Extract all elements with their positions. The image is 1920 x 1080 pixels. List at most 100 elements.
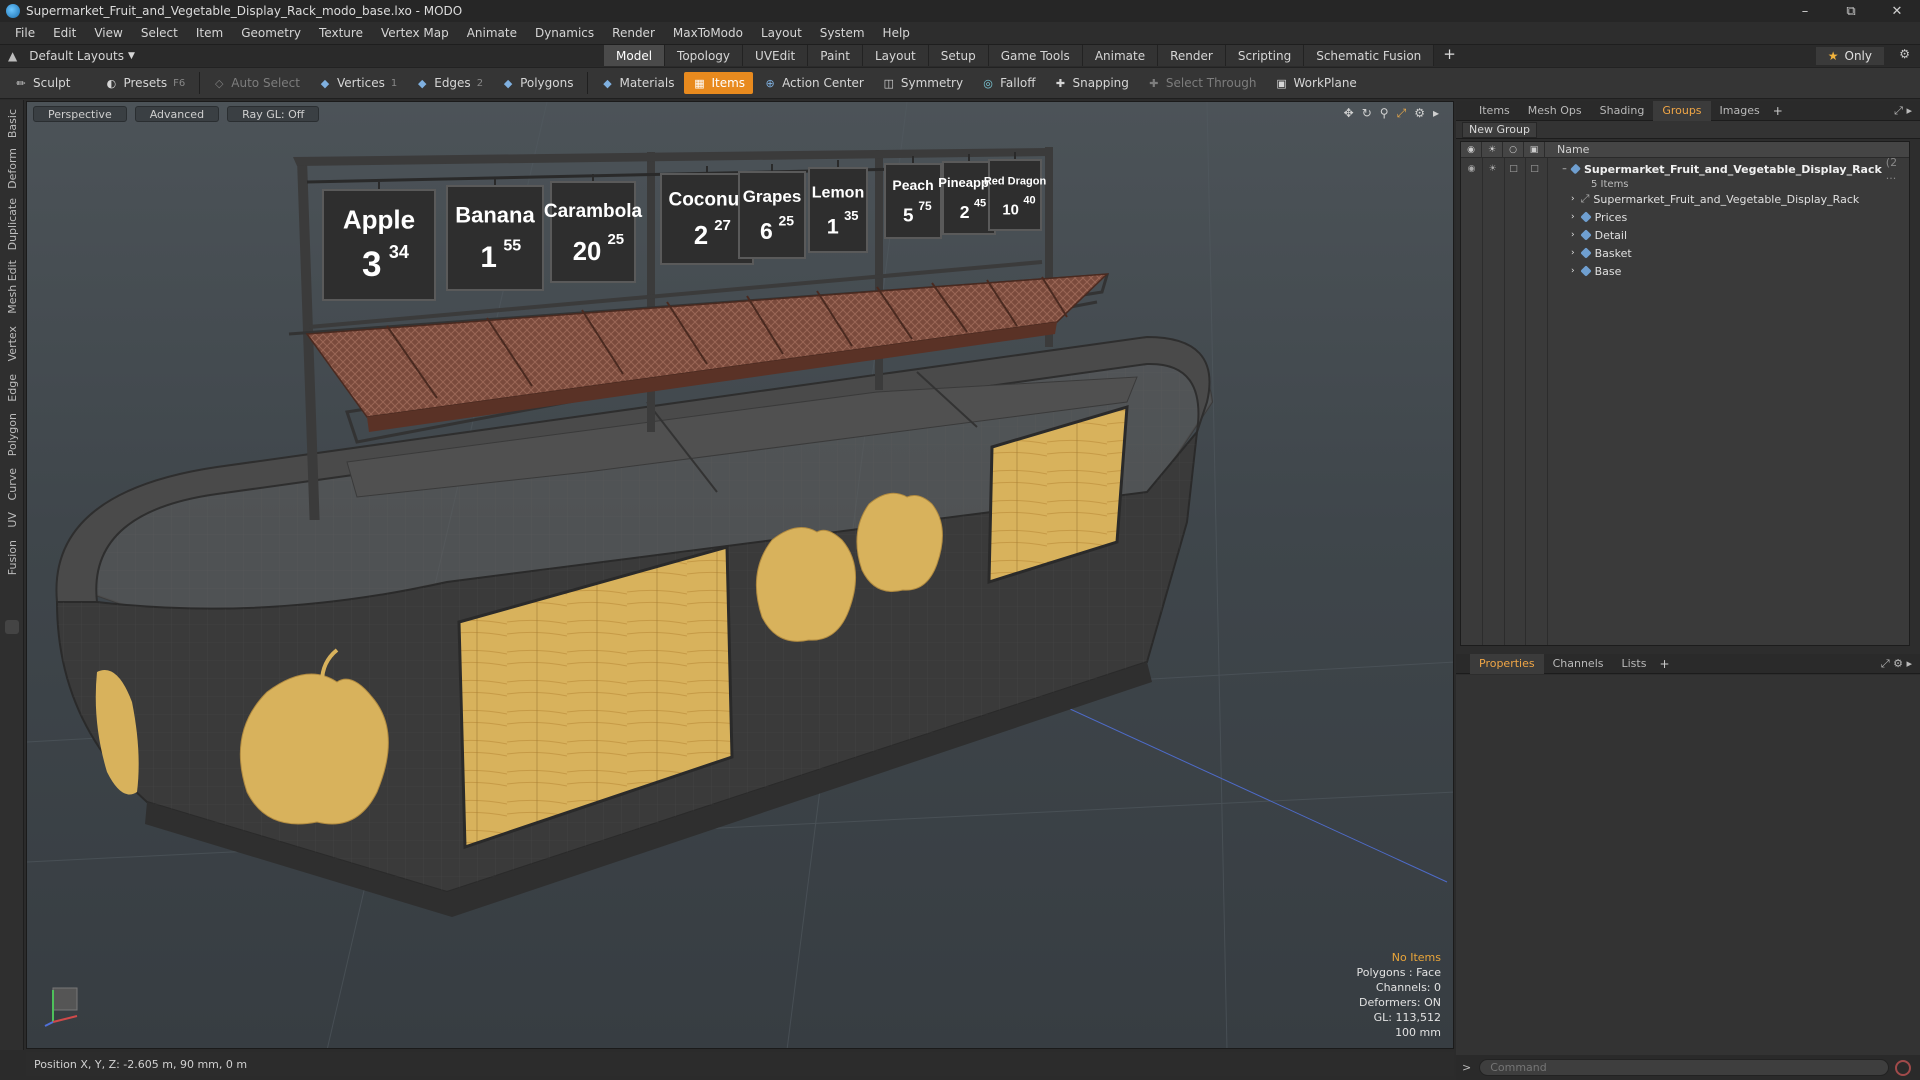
- tab-paint[interactable]: Paint: [808, 45, 863, 66]
- symmetry-button[interactable]: ◫ Symmetry: [874, 72, 971, 94]
- add-panel-tab-icon[interactable]: +: [1659, 657, 1669, 671]
- tab-topology[interactable]: Topology: [665, 45, 744, 66]
- render-column-icon[interactable]: ☀: [1482, 141, 1503, 158]
- expand-icon[interactable]: ›: [1571, 194, 1575, 204]
- items-button[interactable]: ▦ Items: [684, 72, 754, 94]
- tab-shading[interactable]: Shading: [1591, 101, 1654, 121]
- rotate-icon[interactable]: ↻: [1362, 106, 1372, 121]
- add-panel-tab-icon[interactable]: +: [1773, 104, 1783, 118]
- menu-help[interactable]: Help: [874, 26, 919, 40]
- left-tab-mesh-edit[interactable]: Mesh Edit: [2, 258, 22, 316]
- materials-button[interactable]: ◆ Materials: [592, 72, 682, 94]
- left-tab-basic[interactable]: Basic: [2, 106, 22, 142]
- sculpt-button[interactable]: ✏ Sculpt: [6, 72, 78, 94]
- menu-select[interactable]: Select: [132, 26, 187, 40]
- panel-expand-icon[interactable]: ⤢ ▸: [1894, 104, 1912, 118]
- select-toggle-icon[interactable]: □: [1524, 164, 1545, 174]
- collapse-icon[interactable]: –: [1562, 164, 1567, 174]
- left-tab-edge[interactable]: Edge: [2, 370, 22, 406]
- only-button[interactable]: ★ Only: [1815, 47, 1884, 65]
- tab-items[interactable]: Items: [1470, 101, 1519, 121]
- shading-mode-button[interactable]: Advanced: [134, 106, 220, 122]
- auto-select-button[interactable]: ◇ Auto Select: [204, 72, 308, 94]
- tab-render[interactable]: Render: [1158, 45, 1226, 66]
- menu-render[interactable]: Render: [603, 26, 664, 40]
- workplane-button[interactable]: ▣ WorkPlane: [1267, 72, 1365, 94]
- expand-icon[interactable]: ›: [1571, 212, 1575, 222]
- record-icon[interactable]: [1895, 1059, 1912, 1076]
- falloff-button[interactable]: ◎ Falloff: [973, 72, 1043, 94]
- view-mode-button[interactable]: Perspective: [33, 106, 127, 122]
- expand-arrow-icon[interactable]: ▸: [1433, 106, 1439, 121]
- tab-schematic-fusion[interactable]: Schematic Fusion: [1304, 45, 1435, 66]
- menu-file[interactable]: File: [6, 26, 44, 40]
- menu-edit[interactable]: Edit: [44, 26, 85, 40]
- select-column-icon[interactable]: ▣: [1524, 141, 1545, 158]
- group-row-base[interactable]: › Base: [1461, 262, 1909, 280]
- presets-button[interactable]: ◐ Presets F6: [96, 72, 193, 94]
- eye-icon[interactable]: ◉: [1461, 164, 1482, 174]
- panel-options-icon[interactable]: ⤢ ⚙ ▸: [1881, 657, 1912, 671]
- tab-images[interactable]: Images: [1711, 101, 1769, 121]
- edges-button[interactable]: ◆ Edges 2: [407, 72, 491, 94]
- command-history-icon[interactable]: >: [1462, 1061, 1471, 1074]
- menu-layout[interactable]: Layout: [752, 26, 811, 40]
- vertices-button[interactable]: ◆ Vertices 1: [310, 72, 405, 94]
- tab-model[interactable]: Model: [604, 45, 666, 66]
- snapping-button[interactable]: ✚ Snapping: [1046, 72, 1137, 94]
- gear-icon[interactable]: ⚙: [1899, 47, 1910, 61]
- new-group-button[interactable]: New Group: [1462, 121, 1537, 138]
- panel-toggle-icon[interactable]: [5, 620, 19, 634]
- render-toggle-icon[interactable]: ☀: [1482, 164, 1503, 174]
- tab-groups[interactable]: Groups: [1653, 100, 1711, 121]
- menu-texture[interactable]: Texture: [310, 26, 372, 40]
- tab-channels[interactable]: Channels: [1544, 654, 1613, 674]
- tab-uvedit[interactable]: UVEdit: [743, 45, 809, 66]
- left-tab-duplicate[interactable]: Duplicate: [2, 196, 22, 252]
- left-tab-curve[interactable]: Curve: [2, 464, 22, 504]
- viewport-settings-icon[interactable]: ⚙: [1414, 106, 1425, 121]
- group-row-detail[interactable]: › Detail: [1461, 226, 1909, 244]
- tab-lists[interactable]: Lists: [1613, 654, 1656, 674]
- menu-animate[interactable]: Animate: [458, 26, 526, 40]
- left-tab-deform[interactable]: Deform: [2, 146, 22, 190]
- tab-properties[interactable]: Properties: [1470, 653, 1544, 674]
- restore-icon[interactable]: ⧉: [1828, 0, 1874, 22]
- select-through-button[interactable]: ✚ Select Through: [1139, 72, 1265, 94]
- menu-vertex-map[interactable]: Vertex Map: [372, 26, 458, 40]
- left-tab-vertex[interactable]: Vertex: [2, 322, 22, 366]
- left-tab-uv[interactable]: UV: [2, 508, 22, 532]
- menu-maxtomodo[interactable]: MaxToModo: [664, 26, 752, 40]
- tab-layout[interactable]: Layout: [862, 45, 929, 66]
- action-center-button[interactable]: ⊕ Action Center: [755, 72, 872, 94]
- tab-setup[interactable]: Setup: [928, 45, 989, 66]
- add-tab-icon[interactable]: +: [1434, 45, 1465, 67]
- layout-selector[interactable]: ▲ Default Layouts ▼: [0, 49, 135, 63]
- close-icon[interactable]: ✕: [1874, 0, 1920, 22]
- group-row-mesh[interactable]: › ⤢ Supermarket_Fruit_and_Vegetable_Displ…: [1461, 190, 1909, 208]
- group-row-basket[interactable]: › Basket: [1461, 244, 1909, 262]
- pan-icon[interactable]: ✥: [1344, 106, 1354, 121]
- tab-game-tools[interactable]: Game Tools: [988, 45, 1083, 66]
- expand-icon[interactable]: ›: [1571, 248, 1575, 258]
- tab-mesh-ops[interactable]: Mesh Ops: [1519, 101, 1591, 121]
- visibility-column-icon[interactable]: ◉: [1461, 141, 1482, 158]
- 3d-viewport[interactable]: Apple 3 34 Banana 1 55 Carambola 20 25 Coconut 2 27…: [26, 101, 1454, 1049]
- left-tab-fusion[interactable]: Fusion: [2, 536, 22, 580]
- menu-view[interactable]: View: [85, 26, 131, 40]
- fit-icon[interactable]: ⤢: [1397, 106, 1407, 121]
- menu-dynamics[interactable]: Dynamics: [526, 26, 603, 40]
- name-column-header[interactable]: Name: [1547, 143, 1589, 156]
- zoom-icon[interactable]: ⚲: [1380, 106, 1389, 121]
- lock-column-icon[interactable]: ○: [1503, 141, 1524, 158]
- group-row-root[interactable]: ◉ ☀ □ □ – Supermarket_Fruit_and_Vegetabl…: [1461, 156, 1909, 182]
- polygons-button[interactable]: ◆ Polygons: [493, 72, 581, 94]
- menu-geometry[interactable]: Geometry: [232, 26, 310, 40]
- command-input[interactable]: [1479, 1059, 1890, 1076]
- minimize-icon[interactable]: –: [1782, 0, 1828, 22]
- tab-animate[interactable]: Animate: [1082, 45, 1159, 66]
- left-tab-polygon[interactable]: Polygon: [2, 410, 22, 460]
- lock-toggle-icon[interactable]: □: [1503, 164, 1524, 174]
- tab-scripting[interactable]: Scripting: [1225, 45, 1305, 66]
- group-row-prices[interactable]: › Prices: [1461, 208, 1909, 226]
